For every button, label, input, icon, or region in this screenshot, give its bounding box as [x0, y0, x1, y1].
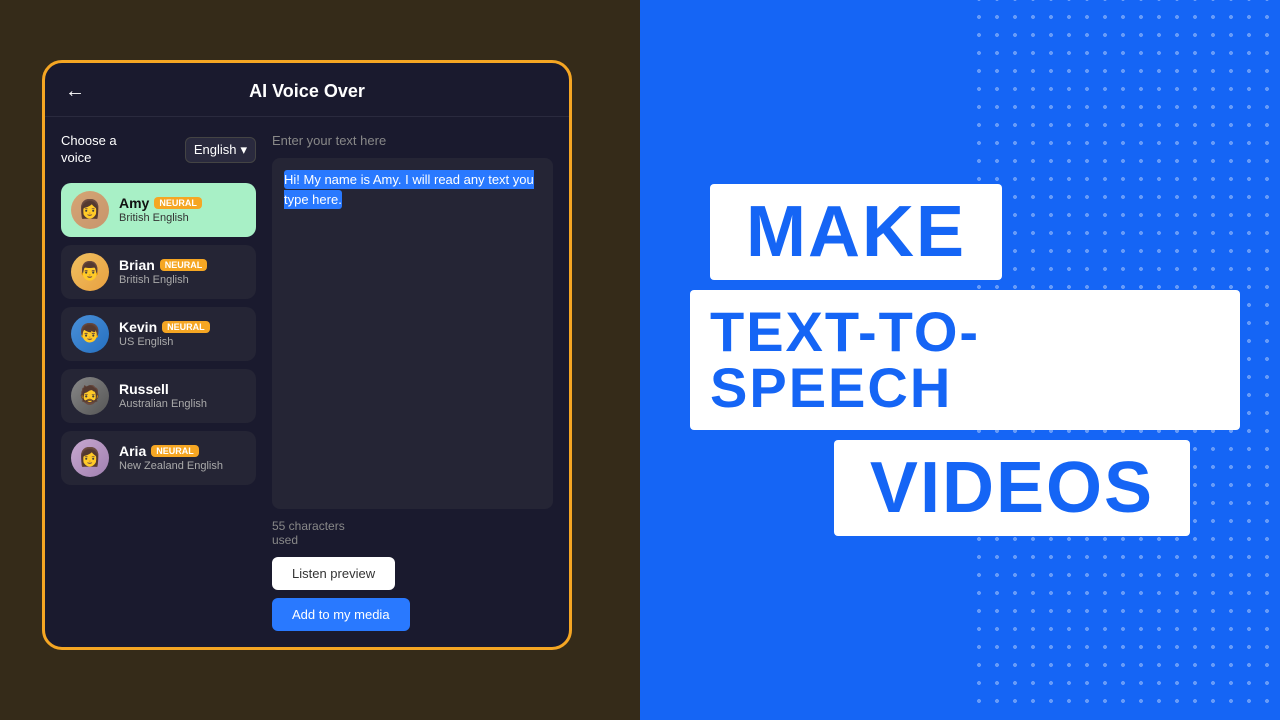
- right-content: MAKE TEXT-TO-SPEECH VIDEOS: [640, 0, 1280, 720]
- language-selected: English: [194, 142, 237, 157]
- voice-lang-kevin: US English: [119, 336, 210, 348]
- voice-item-aria[interactable]: 👩 Aria Neural New Zealand English: [61, 431, 256, 485]
- avatar-face-brian: 👨: [71, 253, 109, 291]
- neural-badge-aria: Neural: [151, 445, 199, 457]
- avatar-kevin: 👦: [71, 315, 109, 353]
- dropdown-arrow-icon: ▾: [240, 142, 247, 158]
- voice-name-amy: Amy: [119, 195, 149, 211]
- avatar-amy: 👩: [71, 191, 109, 229]
- voice-panel: Choose avoice English ▾ 👩 Amy Neural: [61, 133, 256, 631]
- voice-item-russell[interactable]: 🧔 Russell Australian English: [61, 369, 256, 423]
- voice-panel-header: Choose avoice English ▾: [61, 133, 256, 167]
- voice-item-brian[interactable]: 👨 Brian Neural British English: [61, 245, 256, 299]
- avatar-brian: 👨: [71, 253, 109, 291]
- action-buttons: Listen preview Add to my media: [272, 557, 553, 631]
- avatar-russell: 🧔: [71, 377, 109, 415]
- videos-text: VIDEOS: [870, 448, 1154, 528]
- text-panel: Enter your text here Hi! My name is Amy.…: [272, 133, 553, 631]
- voice-lang-brian: British English: [119, 274, 207, 286]
- highlighted-text: Hi! My name is Amy. I will read any text…: [284, 170, 534, 209]
- voice-lang-aria: New Zealand English: [119, 460, 223, 472]
- app-title: AI Voice Over: [249, 81, 365, 102]
- voice-info-kevin: Kevin Neural US English: [119, 319, 210, 348]
- card-body: Choose avoice English ▾ 👩 Amy Neural: [45, 117, 569, 647]
- app-card: ← AI Voice Over Choose avoice English ▾ …: [42, 60, 572, 650]
- voice-item-kevin[interactable]: 👦 Kevin Neural US English: [61, 307, 256, 361]
- voice-name-row-aria: Aria Neural: [119, 443, 223, 459]
- voice-info-russell: Russell Australian English: [119, 381, 207, 410]
- neural-badge-kevin: Neural: [162, 321, 210, 333]
- add-to-media-button[interactable]: Add to my media: [272, 598, 410, 631]
- back-button[interactable]: ←: [65, 80, 85, 103]
- voice-list: 👩 Amy Neural British English 👨: [61, 183, 256, 485]
- voice-name-russell: Russell: [119, 381, 169, 397]
- voice-info-aria: Aria Neural New Zealand English: [119, 443, 223, 472]
- listen-preview-button[interactable]: Listen preview: [272, 557, 395, 590]
- voice-name-row-russell: Russell: [119, 381, 207, 397]
- voice-name-aria: Aria: [119, 443, 146, 459]
- tts-text: TEXT-TO-SPEECH: [710, 300, 980, 419]
- choose-voice-label: Choose avoice: [61, 133, 117, 167]
- voice-info-amy: Amy Neural British English: [119, 195, 202, 224]
- voice-lang-russell: Australian English: [119, 398, 207, 410]
- voice-name-kevin: Kevin: [119, 319, 157, 335]
- voice-info-brian: Brian Neural British English: [119, 257, 207, 286]
- text-input-area[interactable]: Hi! My name is Amy. I will read any text…: [272, 158, 553, 509]
- voice-name-row-kevin: Kevin Neural: [119, 319, 210, 335]
- neural-badge-amy: Neural: [154, 197, 202, 209]
- videos-box: VIDEOS: [834, 440, 1190, 536]
- tts-box: TEXT-TO-SPEECH: [690, 290, 1240, 430]
- language-dropdown[interactable]: English ▾: [185, 137, 256, 163]
- voice-lang-amy: British English: [119, 212, 202, 224]
- voice-name-row-amy: Amy Neural: [119, 195, 202, 211]
- voice-name-row-brian: Brian Neural: [119, 257, 207, 273]
- voice-item-amy[interactable]: 👩 Amy Neural British English: [61, 183, 256, 237]
- make-text: MAKE: [746, 192, 966, 272]
- text-area-label: Enter your text here: [272, 133, 553, 148]
- char-count: 55 charactersused: [272, 519, 553, 547]
- avatar-face-amy: 👩: [71, 191, 109, 229]
- neural-badge-brian: Neural: [160, 259, 208, 271]
- card-header: ← AI Voice Over: [45, 63, 569, 117]
- avatar-face-russell: 🧔: [71, 377, 109, 415]
- avatar-face-aria: 👩: [71, 439, 109, 477]
- make-box: MAKE: [710, 184, 1002, 280]
- avatar-aria: 👩: [71, 439, 109, 477]
- avatar-face-kevin: 👦: [71, 315, 109, 353]
- voice-name-brian: Brian: [119, 257, 155, 273]
